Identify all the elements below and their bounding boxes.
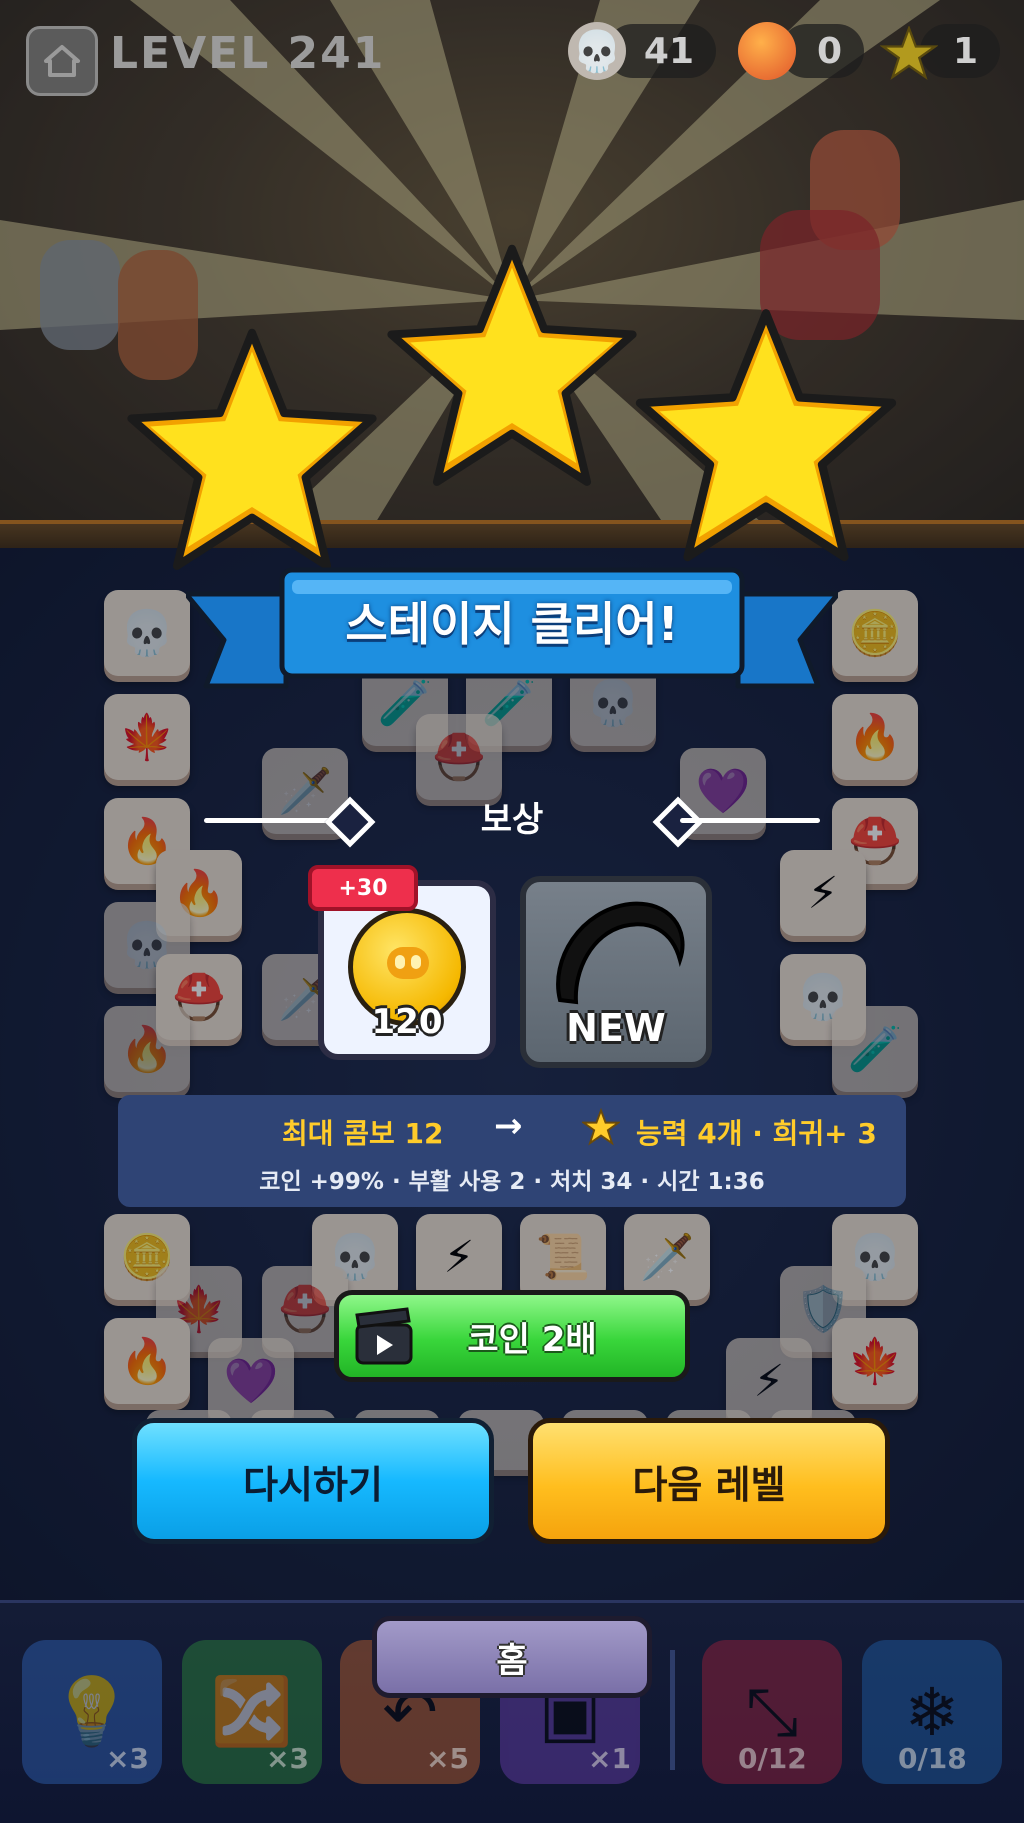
level-label: LEVEL 241	[110, 28, 386, 79]
coin-reward-amount: 120	[371, 1002, 443, 1042]
powerup-freeze-count: 0/18	[898, 1742, 967, 1775]
max-combo-stat: 최대 콤보 12	[282, 1117, 444, 1150]
arrow-right-icon: →	[494, 1106, 523, 1146]
star-count: 1	[952, 30, 978, 72]
next-level-label: 다음 레벨	[632, 1462, 786, 1507]
home-label: 홈	[496, 1640, 528, 1681]
coin-icon	[738, 22, 796, 80]
ability-stat: 능력 4개 · 희귀+ 3	[636, 1117, 877, 1150]
next-level-button[interactable]: 다음 레벨	[528, 1418, 890, 1544]
powerup-divider	[670, 1650, 675, 1770]
retry-button[interactable]: 다시하기	[132, 1418, 494, 1544]
collapse-icon: ⤡	[745, 1672, 799, 1750]
powerup-hint-count: ×3	[106, 1742, 149, 1775]
ability-star-icon	[582, 1108, 620, 1146]
double-coins-label: 코인 2배	[467, 1319, 597, 1360]
skull-icon: 💀	[568, 22, 626, 80]
reward-star-left	[127, 328, 377, 570]
star-icon	[880, 26, 938, 80]
double-coins-button[interactable]: 코인 2배	[334, 1290, 690, 1382]
powerup-shuffle-count: ×3	[266, 1742, 309, 1775]
house-icon	[44, 45, 80, 77]
home-button[interactable]	[26, 26, 98, 96]
reward-label: 보상	[480, 800, 544, 840]
reward-star-center	[387, 244, 637, 486]
divider-right	[680, 818, 820, 823]
coin-count: 0	[816, 30, 842, 72]
powerup-collapse-count: 0/12	[738, 1742, 807, 1775]
bonus-badge: +30	[308, 865, 418, 911]
lightbulb-icon: 💡	[50, 1673, 134, 1750]
detail-stats: 코인 +99% · 부활 사용 2 · 처치 34 · 시간 1:36	[259, 1169, 765, 1195]
skull-count: 41	[643, 30, 694, 72]
reward-star-right	[635, 309, 897, 562]
shuffle-icon: 🔀	[210, 1673, 294, 1750]
new-item-label: NEW	[566, 1006, 666, 1050]
retry-label: 다시하기	[243, 1462, 383, 1507]
snowflake-icon: ❄	[904, 1673, 960, 1751]
powerup-box-count: ×1	[588, 1742, 631, 1775]
divider-left	[204, 818, 344, 823]
powerup-undo-count: ×5	[426, 1742, 469, 1775]
video-clapper-icon	[355, 1307, 413, 1365]
home-menu-button[interactable]: 홈	[372, 1616, 652, 1698]
stage-clear-title: 스테이지 클리어!	[345, 597, 679, 651]
